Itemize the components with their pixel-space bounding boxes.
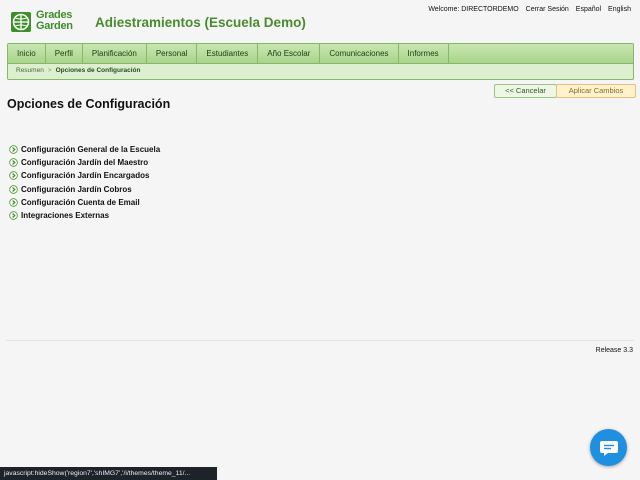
chat-bubble-icon [599, 440, 618, 456]
lang-english-link[interactable]: English [608, 6, 631, 13]
tab-planificacion[interactable]: Planificación [83, 44, 147, 63]
option-external-integrations[interactable]: Integraciones Externas [9, 209, 160, 222]
breadcrumb-current: Opciones de Configuración [55, 67, 141, 74]
top-links: Welcome: DIRECTORDEMO Cerrar Sesión Espa… [423, 6, 631, 13]
footer-divider [6, 340, 634, 341]
tab-ano-escolar[interactable]: Año Escolar [258, 44, 321, 63]
tab-estudiantes[interactable]: Estudiantes [197, 44, 259, 63]
option-teacher-garden[interactable]: Configuración Jardín del Maestro [9, 156, 160, 169]
options-list: Configuración General de la Escuela Conf… [9, 143, 160, 222]
breadcrumb-separator: > [47, 67, 52, 74]
grades-garden-logo-icon [11, 12, 31, 32]
app-title: Adiestramientos (Escuela Demo) [95, 15, 306, 30]
logo-line2: Garden [36, 20, 73, 32]
tab-perfil[interactable]: Perfil [46, 44, 83, 63]
arrow-circle-icon [9, 145, 18, 154]
main-nav: Inicio Perfil Planificación Personal Est… [7, 43, 634, 80]
lang-spanish-link[interactable]: Español [576, 6, 601, 13]
tab-comunicaciones[interactable]: Comunicaciones [320, 44, 399, 63]
arrow-circle-icon [9, 158, 18, 168]
release-version: Release 3.3 [595, 347, 633, 354]
breadcrumb-home[interactable]: Resumen [16, 67, 44, 74]
header: Grades Garden Adiestramientos (Escuela D… [0, 0, 640, 42]
option-label: Configuración Jardín Cobros [21, 184, 132, 194]
apply-changes-button[interactable]: Aplicar Cambios [556, 84, 636, 98]
option-general-school[interactable]: Configuración General de la Escuela [9, 143, 160, 156]
logout-link[interactable]: Cerrar Sesión [526, 6, 569, 13]
arrow-circle-icon [9, 184, 18, 194]
option-email-account[interactable]: Configuración Cuenta de Email [9, 196, 160, 209]
arrow-circle-icon [9, 198, 18, 207]
status-bar-url: javascript:hideShow('region7','shIMG7','… [0, 467, 217, 480]
logo-text: Grades Garden [36, 10, 73, 32]
breadcrumb: Resumen > Opciones de Configuración [8, 64, 633, 78]
tab-personal[interactable]: Personal [147, 44, 198, 63]
option-label: Configuración Jardín Encargados [21, 171, 150, 181]
tab-inicio[interactable]: Inicio [8, 44, 46, 63]
option-label: Configuración General de la Escuela [21, 145, 161, 155]
nav-tabs: Inicio Perfil Planificación Personal Est… [8, 44, 633, 64]
option-billing-garden[interactable]: Configuración Jardín Cobros [9, 183, 160, 196]
chat-button[interactable] [590, 429, 627, 466]
arrow-circle-icon [9, 211, 18, 220]
page-title: Opciones de Configuración [7, 97, 171, 111]
option-label: Configuración Cuenta de Email [21, 197, 140, 207]
option-label: Integraciones Externas [21, 211, 110, 221]
welcome-text: Welcome: DIRECTORDEMO [428, 6, 519, 13]
option-guardians-garden[interactable]: Configuración Jardín Encargados [9, 169, 160, 182]
cancel-button[interactable]: << Cancelar [494, 84, 557, 98]
tab-informes[interactable]: Informes [399, 44, 449, 63]
option-label: Configuración Jardín del Maestro [21, 158, 149, 168]
arrow-circle-icon [9, 171, 18, 181]
grades-garden-logo[interactable]: Grades Garden [10, 9, 82, 33]
